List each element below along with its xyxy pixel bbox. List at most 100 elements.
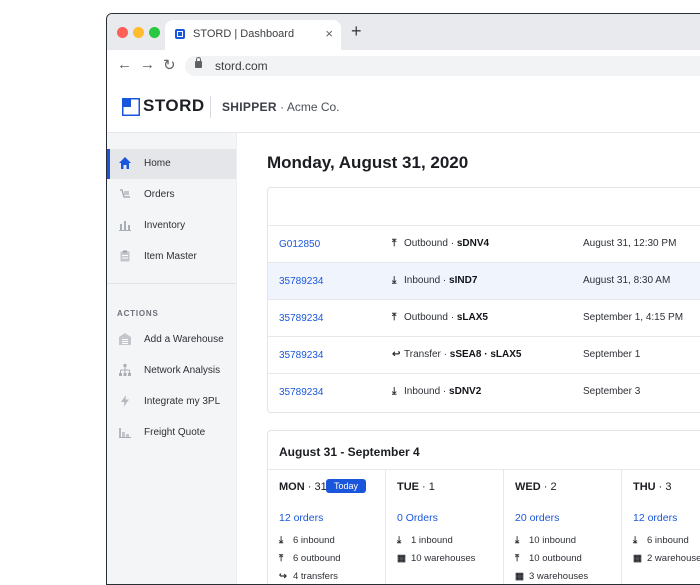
outbound-icon: ⤒ bbox=[279, 553, 284, 564]
day-stat: ⤓ 1 inbound bbox=[397, 535, 453, 546]
shipment-row[interactable]: 35789234 ⤓ Inbound · sDNV2 September 3 bbox=[268, 373, 700, 410]
shipment-location: sDNV4 bbox=[456, 238, 490, 249]
clipboard-icon bbox=[120, 250, 130, 262]
day-abbrev: THU bbox=[633, 481, 656, 493]
minimize-window-button[interactable] bbox=[133, 27, 144, 38]
day-date: · 31 bbox=[304, 481, 327, 493]
day-stat-text: 10 warehouses bbox=[411, 553, 476, 564]
app-header: STORD SHIPPER · Acme Co. bbox=[107, 82, 700, 133]
day-column-tue[interactable]: TUE · 1 0 Orders ⤓ 1 inbound ▦ 10 warehous… bbox=[386, 470, 504, 584]
forward-arrow-icon[interactable]: → bbox=[140, 56, 155, 73]
sidebar-action-label: Freight Quote bbox=[144, 427, 206, 438]
back-arrow-icon[interactable]: ← bbox=[117, 56, 132, 73]
shipment-type-label: Outbound bbox=[404, 238, 448, 249]
tab-title: STORD | Dashboard bbox=[193, 28, 295, 40]
shipment-type-label: Inbound bbox=[404, 386, 441, 397]
day-name: THU · 3 bbox=[633, 481, 672, 493]
stord-favicon-icon bbox=[175, 29, 185, 39]
close-window-button[interactable] bbox=[117, 27, 128, 38]
url-text: stord.com bbox=[215, 59, 268, 73]
shipment-row[interactable]: G012850 ⤒ Outbound · sDNV4 August 31, 12:… bbox=[268, 225, 700, 262]
day-column-mon[interactable]: MON · 31 Today 12 orders ⤓ 6 inbound ⤒ 6 o… bbox=[268, 470, 386, 584]
shipment-type: ⤓ Inbound · sIND7 bbox=[392, 275, 477, 286]
outbound-icon: ⤒ bbox=[392, 312, 397, 323]
day-stat: ↪ 4 transfers bbox=[279, 571, 338, 582]
shipment-sep: · bbox=[447, 312, 457, 323]
inbound-icon: ⤓ bbox=[633, 535, 638, 546]
sidebar-item-label: Home bbox=[144, 158, 171, 169]
shipment-time: August 31, 8:30 AM bbox=[583, 275, 671, 286]
freight-icon bbox=[119, 428, 131, 438]
sidebar-item-item-master[interactable]: Item Master bbox=[107, 242, 236, 272]
sidebar-item-home[interactable]: Home bbox=[107, 149, 236, 179]
sidebar-item-orders[interactable]: Orders bbox=[107, 180, 236, 210]
sidebar: Home Orders Inventory Item Master ACTION… bbox=[107, 133, 237, 584]
sidebar-action-add-warehouse[interactable]: Add a Warehouse bbox=[107, 325, 236, 355]
home-icon bbox=[119, 157, 131, 169]
shipment-id-link[interactable]: G012850 bbox=[279, 239, 320, 250]
day-stat: ⤒ 10 outbound bbox=[515, 553, 582, 564]
day-stat: ⤓ 6 inbound bbox=[633, 535, 689, 546]
shipment-time: August 31, 12:30 PM bbox=[583, 238, 677, 249]
day-orders-link[interactable]: 20 orders bbox=[515, 512, 559, 524]
day-stat-text: 10 outbound bbox=[529, 553, 582, 564]
sidebar-item-label: Orders bbox=[144, 189, 175, 200]
browser-window: STORD | Dashboard × + ← → ↻ stord.com ST… bbox=[106, 13, 700, 585]
outbound-icon: ⤒ bbox=[392, 238, 397, 249]
week-title: August 31 - September 4 bbox=[279, 445, 420, 459]
tab-strip: STORD | Dashboard × + bbox=[107, 14, 700, 50]
sidebar-action-label: Integrate my 3PL bbox=[144, 396, 221, 407]
shipment-id-link[interactable]: 35789234 bbox=[279, 350, 324, 361]
maximize-window-button[interactable] bbox=[149, 27, 160, 38]
inbound-icon: ⤓ bbox=[392, 386, 397, 397]
warehouse-icon: ▦ bbox=[633, 553, 642, 564]
inbound-icon: ⤓ bbox=[515, 535, 520, 546]
shipment-row[interactable]: 35789234 ⤓ Inbound · sIND7 August 31, 8:3… bbox=[268, 262, 700, 299]
stord-logo-icon bbox=[122, 98, 140, 116]
day-date: · 2 bbox=[540, 481, 557, 493]
warehouse-icon: ▦ bbox=[515, 571, 524, 582]
day-orders-link[interactable]: 12 orders bbox=[633, 512, 677, 524]
browser-tab[interactable]: STORD | Dashboard × bbox=[165, 20, 341, 50]
sidebar-item-inventory[interactable]: Inventory bbox=[107, 211, 236, 241]
day-stat: ⤒ 6 outbound bbox=[279, 553, 341, 564]
sidebar-section-title: ACTIONS bbox=[117, 309, 159, 318]
sidebar-action-integrate-3pl[interactable]: Integrate my 3PL bbox=[107, 387, 236, 417]
new-tab-button[interactable]: + bbox=[351, 21, 362, 42]
day-date: · 1 bbox=[419, 481, 435, 493]
logo-text: STORD bbox=[143, 96, 205, 115]
day-stat-text: 4 transfers bbox=[293, 571, 338, 582]
role-label: SHIPPER bbox=[222, 100, 277, 114]
shipment-row[interactable]: 35789234 ↩ Transfer · sSEA8 · sLAX5 Septe… bbox=[268, 336, 700, 373]
shipment-sep: · bbox=[440, 349, 450, 360]
network-icon bbox=[119, 364, 131, 376]
tab-close-icon[interactable]: × bbox=[325, 26, 333, 41]
sidebar-action-freight-quote[interactable]: Freight Quote bbox=[107, 418, 236, 448]
outbound-icon: ⤒ bbox=[515, 553, 520, 564]
reload-icon[interactable]: ↻ bbox=[163, 56, 176, 74]
url-field[interactable]: stord.com bbox=[185, 56, 700, 76]
shipment-row[interactable]: 35789234 ⤒ Outbound · sLAX5 September 1, … bbox=[268, 299, 700, 336]
shipment-type: ⤒ Outbound · sDNV4 bbox=[392, 238, 489, 249]
day-stat-text: 1 inbound bbox=[411, 535, 453, 546]
day-stat-text: 2 warehouses bbox=[647, 553, 700, 564]
day-stat: ▦ 2 warehouses bbox=[633, 553, 700, 564]
shipment-type: ⤓ Inbound · sDNV2 bbox=[392, 386, 481, 397]
day-orders-link[interactable]: 12 orders bbox=[279, 512, 323, 524]
shipment-id-link[interactable]: 35789234 bbox=[279, 313, 324, 324]
inventory-icon bbox=[119, 221, 131, 231]
day-column-wed[interactable]: WED · 2 20 orders ⤓ 10 inbound ⤒ 10 outbou… bbox=[504, 470, 622, 584]
shipment-id-link[interactable]: 35789234 bbox=[279, 387, 324, 398]
address-bar-row: ← → ↻ stord.com bbox=[107, 50, 700, 83]
day-orders-link[interactable]: 0 Orders bbox=[397, 512, 438, 524]
sidebar-item-label: Inventory bbox=[144, 220, 186, 231]
shipment-location: sIND7 bbox=[449, 275, 478, 286]
shipment-id-link[interactable]: 35789234 bbox=[279, 276, 324, 287]
role-separator: · bbox=[276, 100, 287, 114]
sidebar-action-network-analysis[interactable]: Network Analysis bbox=[107, 356, 236, 386]
day-stat: ⤓ 6 inbound bbox=[279, 535, 335, 546]
today-badge: Today bbox=[326, 479, 367, 493]
day-column-thu[interactable]: THU · 3 12 orders ⤓ 6 inbound ▦ 2 warehous… bbox=[622, 470, 700, 584]
transfer-icon: ↪ bbox=[279, 571, 287, 582]
day-stat: ⤓ 10 inbound bbox=[515, 535, 576, 546]
